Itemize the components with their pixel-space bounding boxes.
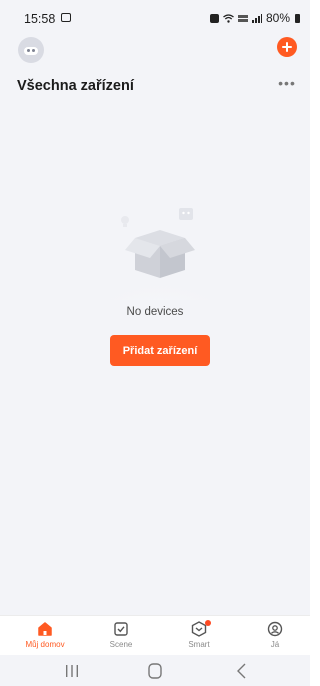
tab-label-profile: Já — [270, 640, 280, 649]
tab-home[interactable]: Můj domov — [10, 620, 80, 654]
gallery-icon — [61, 13, 71, 22]
status-time: 15:58 — [24, 12, 56, 26]
add-device-button[interactable]: Přidat zařízení — [110, 335, 210, 366]
scene-icon — [114, 622, 128, 636]
home-nav-icon[interactable] — [135, 661, 175, 681]
notification-badge — [205, 620, 211, 626]
more-options-icon[interactable]: ••• — [277, 76, 297, 92]
battery-percent: 80% — [265, 11, 290, 25]
empty-state-message: No devices — [126, 306, 184, 318]
profile-icon — [267, 621, 283, 637]
back-nav-icon[interactable] — [222, 661, 262, 681]
avatar[interactable] — [18, 37, 44, 63]
status-bar: 15:58 80% — [0, 0, 310, 26]
bottom-tab-bar: Můj domov Scene Smart Já — [0, 615, 310, 655]
system-nav-bar — [0, 655, 310, 686]
recent-apps-icon[interactable] — [52, 661, 92, 681]
wifi-icon — [223, 13, 234, 23]
signal-icon — [251, 13, 262, 23]
app-screen: 15:58 80% Všechna zařízení ••• No device… — [0, 0, 310, 686]
tab-scene[interactable]: Scene — [86, 620, 156, 654]
battery-icon — [295, 13, 300, 23]
page-title: Všechna zařízení — [17, 78, 134, 94]
tab-label-smart: Smart — [188, 640, 210, 649]
status-icons: 80% — [209, 11, 300, 25]
empty-box-illustration — [95, 208, 225, 300]
tab-label-scene: Scene — [109, 640, 133, 649]
tab-label-home: Můj domov — [25, 640, 65, 649]
tab-profile[interactable]: Já — [240, 620, 310, 654]
add-icon[interactable] — [277, 37, 297, 57]
home-icon — [38, 622, 52, 636]
alarm-icon — [209, 13, 219, 23]
lte-icon — [237, 14, 248, 22]
tab-smart[interactable]: Smart — [164, 620, 234, 654]
